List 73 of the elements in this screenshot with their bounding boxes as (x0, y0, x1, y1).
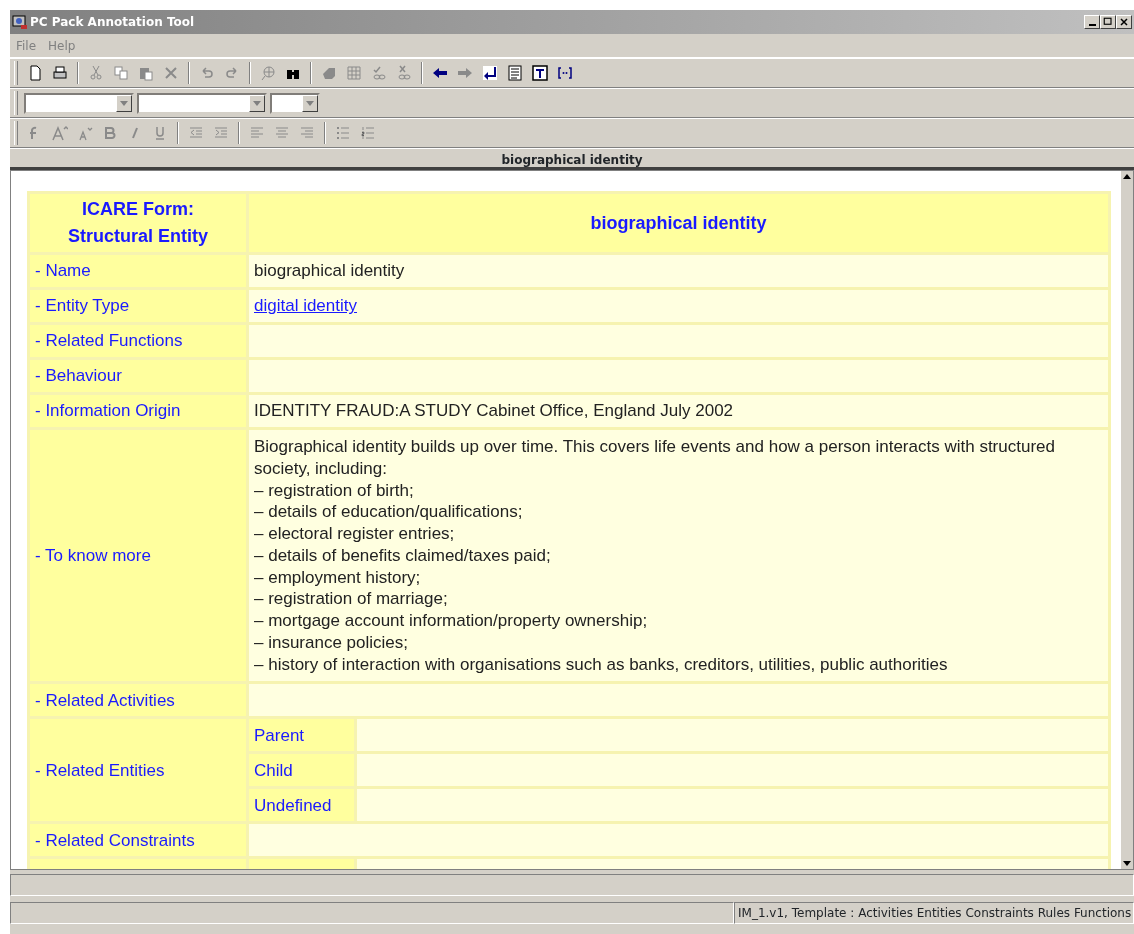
text-line: – details of education/qualifications; (254, 501, 524, 523)
text-line: – details of benefits claimed/taxes paid; (254, 544, 552, 567)
redo-icon (224, 65, 240, 81)
grow-font-icon (52, 125, 68, 141)
document-icon (507, 65, 523, 81)
form-heading: ICARE Form: Structural Entity (30, 194, 246, 252)
sub-label: Undefined (249, 789, 354, 822)
globe-icon (260, 65, 276, 81)
menu-item[interactable]: Help (48, 36, 76, 55)
text-line: Biographical identity builds up over time. This covers life events and how a person interacts with structured society, including: (254, 436, 1056, 480)
align-left-icon (249, 125, 265, 141)
numbered-list-icon (360, 125, 376, 141)
field-label: - Related Functions (30, 325, 246, 357)
app-icon (12, 14, 28, 30)
remove-link-icon (396, 65, 412, 81)
cut-icon (88, 65, 104, 81)
grid-icon (346, 65, 362, 81)
maximize-button[interactable] (1100, 15, 1116, 29)
left-arrow-icon (432, 65, 448, 81)
text-line: – mortgage account information/property ownership; (254, 610, 649, 632)
minimize-button[interactable] (1084, 15, 1100, 29)
right-arrow-icon (457, 65, 473, 81)
text-line: – history of interaction with organisations such as banks, creditors, utilities, public authorities (254, 653, 949, 676)
field-label: - Related Entities (30, 719, 246, 822)
paste-icon (138, 65, 154, 81)
menu-item[interactable]: File (16, 36, 37, 55)
scrollbar[interactable] (1121, 171, 1133, 869)
text-line: – registration of marriage; (254, 588, 449, 610)
new-file-icon (27, 65, 43, 81)
print-icon (52, 65, 68, 81)
field-label: - Behaviour (30, 360, 246, 392)
minimize-icon (1088, 24, 1096, 26)
document-title: biographical identity (501, 153, 643, 167)
field-value: biographical identity (249, 255, 1108, 287)
entity-link[interactable]: digital identity (254, 296, 357, 316)
window-title: PC Pack Annotation Tool (30, 14, 195, 31)
bullet-list-icon (335, 125, 351, 141)
outdent-icon (188, 125, 204, 141)
text-line: – registration of birth; (254, 479, 415, 502)
field-value: IDENTITY FRAUD:A STUDY Cabinet Office, England July 2002 (249, 395, 1108, 427)
delete-icon (163, 65, 179, 81)
field-label: - Information Origin (30, 395, 246, 427)
text-line: – electoral register entries; (254, 523, 456, 545)
close-button[interactable] (1116, 15, 1132, 29)
field-label: - Name (30, 255, 246, 287)
bold-icon (102, 125, 118, 141)
copy-icon (113, 65, 129, 81)
undo-icon (199, 65, 215, 81)
field-label: - Related Constraints (30, 824, 246, 857)
return-arrow-icon (482, 65, 498, 81)
field-label: - Entity Type (30, 290, 246, 322)
text-line: – employment history; (254, 566, 422, 589)
sub-label: Child (249, 754, 354, 787)
dropdown-arrow-icon (253, 100, 261, 106)
text-box-button[interactable] (529, 62, 551, 84)
close-icon (1117, 16, 1131, 28)
shrink-font-icon (77, 125, 93, 141)
indent-icon (213, 125, 229, 141)
status-text: IM_1.v1, Template : Activities Entities Constraints Rules Functions (734, 902, 1134, 924)
align-center-icon (274, 125, 290, 141)
dropdown-arrow-icon (306, 100, 314, 106)
field-label: - To know more (30, 430, 246, 682)
align-right-icon (299, 125, 315, 141)
text-line: – insurance policies; (254, 631, 410, 654)
dropdown[interactable] (270, 92, 320, 114)
dropdown-arrow-icon (120, 100, 128, 106)
sub-label: Parent (249, 719, 354, 752)
form-title: biographical identity (249, 194, 1108, 252)
maximize-icon (1101, 16, 1115, 28)
brackets-icon (557, 65, 573, 81)
text-box-icon (532, 65, 548, 81)
check-link-icon (371, 65, 387, 81)
field-label: - Related Activities (30, 684, 246, 717)
